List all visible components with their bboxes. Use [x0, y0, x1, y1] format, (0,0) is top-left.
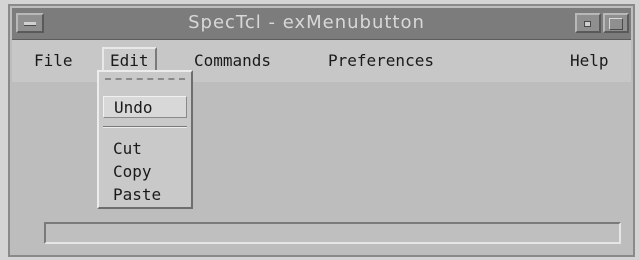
- minimize-button[interactable]: [575, 13, 601, 33]
- maximize-icon: [609, 18, 623, 30]
- maximize-button[interactable]: [603, 13, 629, 33]
- window-menu-icon: [24, 22, 36, 26]
- title-bar[interactable]: SpecTcl - exMenubutton: [12, 8, 631, 40]
- window-menu-button[interactable]: [16, 13, 44, 33]
- window-title: SpecTcl - exMenubutton: [188, 12, 425, 33]
- menu-separator: [103, 126, 187, 128]
- menu-item-paste[interactable]: Paste: [103, 184, 187, 206]
- tearoff-line[interactable]: [105, 78, 185, 80]
- menu-item-copy[interactable]: Copy: [103, 161, 187, 183]
- menu-preferences[interactable]: Preferences: [322, 47, 440, 75]
- edit-dropdown-menu: Undo Cut Copy Paste: [97, 70, 193, 209]
- menu-item-cut[interactable]: Cut: [103, 138, 187, 160]
- menu-help[interactable]: Help: [564, 47, 615, 75]
- status-field[interactable]: [44, 222, 621, 244]
- menu-file[interactable]: File: [28, 47, 79, 75]
- menu-commands[interactable]: Commands: [188, 47, 277, 75]
- minimize-icon: [584, 21, 591, 27]
- menu-item-undo[interactable]: Undo: [103, 96, 187, 118]
